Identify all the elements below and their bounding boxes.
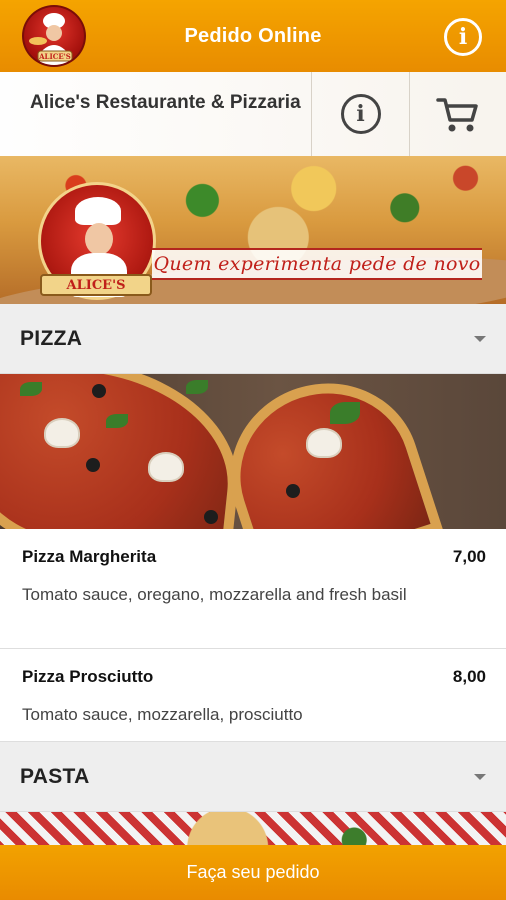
olive — [92, 384, 106, 398]
olive — [86, 458, 100, 472]
menu-item[interactable]: Pizza Margherita 7,00 Tomato sauce, oreg… — [0, 529, 506, 649]
item-price: 7,00 — [452, 547, 486, 566]
basil-leaf — [20, 382, 42, 396]
item-description: Tomato sauce, oregano, mozzarella and fr… — [22, 585, 407, 604]
app-title: Pedido Online — [184, 24, 322, 47]
restaurant-info-button[interactable]: i — [311, 72, 409, 156]
mushroom — [148, 452, 184, 482]
item-name: Pizza Prosciutto — [22, 667, 154, 686]
app-bar: ALICE'S Pedido Online i — [0, 0, 506, 72]
logo-text: ALICE'S — [38, 52, 71, 61]
menu-item[interactable]: Pizza Prosciutto 8,00 Tomato sauce, mozz… — [0, 649, 506, 742]
chevron-down-icon — [474, 335, 486, 342]
basil-leaf — [106, 414, 128, 428]
cart-icon — [436, 98, 478, 132]
item-price: 8,00 — [452, 667, 486, 686]
item-description: Tomato sauce, mozzarella, prosciutto — [22, 705, 303, 724]
pizza-slice — [0, 374, 250, 529]
category-header-pasta[interactable]: PASTA — [0, 742, 506, 812]
category-header-pizza[interactable]: PIZZA — [0, 304, 506, 374]
slogan-text: Quem experimenta pede de novo — [153, 253, 481, 275]
slogan-band: Quem experimenta pede de novo — [152, 248, 482, 280]
cart-button[interactable] — [409, 72, 506, 156]
restaurant-header: Alice's Restaurante & Pizzaria i — [0, 72, 506, 156]
chef-hat — [75, 197, 121, 225]
olive — [286, 484, 300, 498]
chef-logo-icon[interactable]: ALICE'S — [22, 5, 86, 67]
mushroom — [306, 428, 342, 458]
order-button[interactable]: Faça seu pedido — [0, 845, 506, 900]
badge-ribbon: ALICE'S — [40, 274, 152, 296]
pizza-category-image — [0, 374, 506, 529]
info-icon[interactable]: i — [444, 18, 482, 56]
chef-face — [85, 223, 113, 255]
restaurant-name: Alice's Restaurante & Pizzaria — [30, 92, 301, 113]
category-title: PIZZA — [20, 326, 83, 350]
info-icon: i — [340, 94, 381, 134]
restaurant-banner: ALICE'S Quem experimenta pede de novo — [0, 156, 506, 304]
basil-leaf — [186, 380, 208, 394]
chevron-down-icon — [474, 773, 486, 780]
item-name: Pizza Margherita — [22, 547, 157, 566]
category-title: PASTA — [20, 764, 90, 788]
basil-leaf — [330, 402, 360, 424]
olive — [204, 510, 218, 524]
mushroom — [44, 418, 80, 448]
